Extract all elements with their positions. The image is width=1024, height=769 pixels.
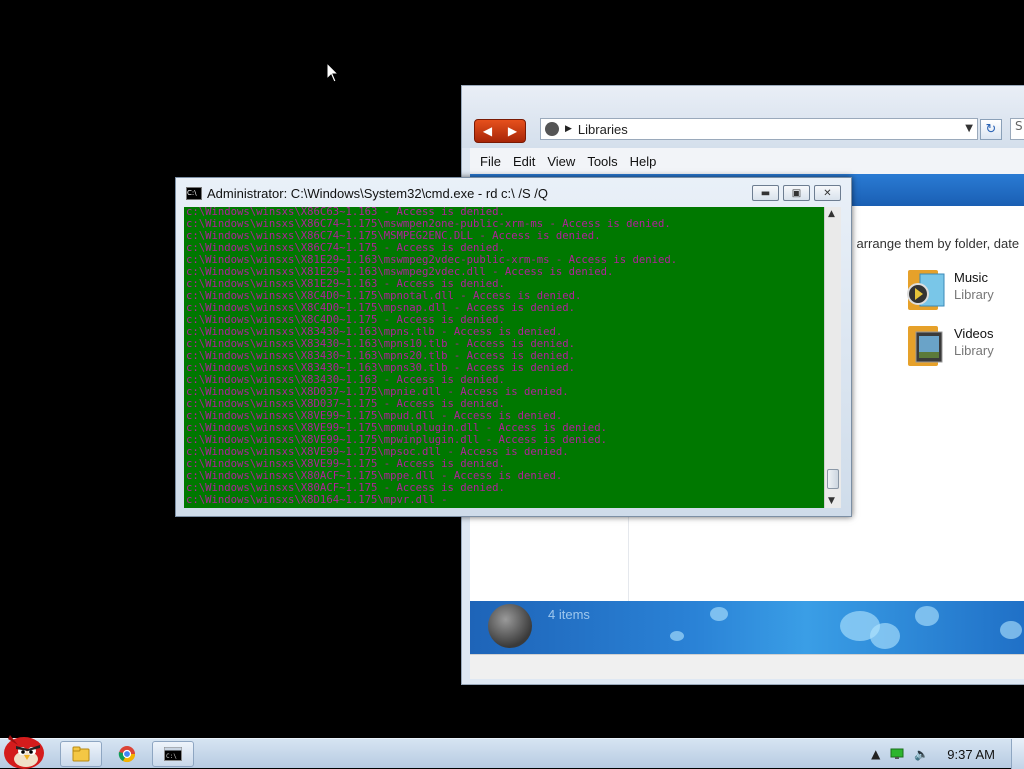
console-line: c:\Windows\winsxs\X80ACF~1.175 - Access … [186, 482, 505, 494]
decor-bubble [870, 623, 900, 649]
cmd-icon: C:\ [164, 747, 182, 761]
chrome-icon [118, 746, 136, 763]
scroll-up-icon[interactable]: ▲ [828, 209, 835, 219]
menu-edit[interactable]: Edit [513, 154, 535, 169]
console-line: c:\Windows\winsxs\X83430~1.163\mpns20.tl… [186, 350, 576, 362]
minimize-button[interactable]: ▬ [752, 185, 779, 201]
decor-bubble [915, 606, 939, 626]
library-music[interactable]: Music Library [906, 268, 994, 312]
taskbar-chrome-button[interactable] [106, 741, 148, 767]
library-type: Library [954, 343, 994, 358]
console-line: c:\Windows\winsxs\X86C74~1.175\mswmpen2o… [186, 218, 671, 230]
start-button-angry-bird-icon[interactable] [0, 731, 52, 769]
console-line: c:\Windows\winsxs\X8VE99~1.175\mpwinplug… [186, 434, 607, 446]
libraries-icon [545, 122, 559, 136]
music-library-icon [907, 270, 945, 310]
console-line: c:\Windows\winsxs\X83430~1.163\mpns.tlb … [186, 326, 563, 338]
explorer-icon [72, 746, 90, 762]
minimize-icon: ▬ [760, 187, 771, 199]
explorer-toolbar: ◀ ▶ ▶ Libraries ▼ ↻ S [462, 86, 1024, 148]
library-details-icon [488, 604, 532, 648]
system-tray: ▲ 🔈 9:37 AM [861, 739, 1024, 769]
menu-view[interactable]: View [547, 154, 575, 169]
console-lines: c:\Windows\winsxs\X86C63~1.163 - Access … [184, 207, 824, 506]
console-output[interactable]: c:\Windows\winsxs\X86C63~1.163 - Access … [184, 207, 824, 508]
library-type: Library [954, 287, 994, 302]
status-bar [470, 654, 1024, 679]
cmd-title: Administrator: C:\Windows\System32\cmd.e… [207, 186, 548, 201]
console-line: c:\Windows\winsxs\X81E29~1.163 - Access … [186, 278, 505, 290]
maximize-button[interactable]: ▣ [783, 185, 810, 201]
menu-bar: File Edit View Tools Help [470, 148, 1024, 175]
menu-help[interactable]: Help [630, 154, 657, 169]
show-hidden-icons-icon[interactable]: ▲ [871, 747, 880, 761]
cmd-titlebar[interactable]: C:\ Administrator: C:\Windows\System32\c… [186, 186, 548, 201]
items-count: 4 items [548, 607, 590, 622]
search-input[interactable]: S [1010, 118, 1024, 140]
console-line: c:\Windows\winsxs\X81E29~1.163\mswmpeg2v… [186, 266, 614, 278]
cmd-icon: C:\ [186, 187, 202, 200]
console-line: c:\Windows\winsxs\X83430~1.163\mpns10.tl… [186, 338, 576, 350]
console-line: c:\Windows\winsxs\X86C74~1.175 - Access … [186, 242, 505, 254]
address-bar[interactable]: ▶ Libraries ▼ [540, 118, 978, 140]
svg-text:C:\: C:\ [166, 753, 177, 760]
window-controls: ▬ ▣ ✕ [748, 185, 841, 201]
console-line: c:\Windows\winsxs\X83430~1.163\mpns30.tl… [186, 362, 576, 374]
show-desktop-button[interactable] [1011, 739, 1024, 769]
decor-bubble [710, 607, 728, 621]
menu-tools[interactable]: Tools [587, 154, 617, 169]
library-name: Music [954, 270, 988, 285]
console-line: c:\Windows\winsxs\X86C63~1.163 - Access … [186, 207, 505, 218]
console-line: c:\Windows\winsxs\X8VE99~1.175\mpmulplug… [186, 422, 607, 434]
taskbar: C:\ ▲ 🔈 9:37 AM [0, 735, 1024, 769]
console-line: c:\Windows\winsxs\X81E29~1.163\mswmpeg2v… [186, 254, 678, 266]
maximize-icon: ▣ [791, 187, 802, 199]
console-line: c:\Windows\winsxs\X8D164~1.175\mpvr.dll … [186, 494, 448, 506]
console-line: c:\Windows\winsxs\X8VE99~1.175\mpsoc.dll… [186, 446, 569, 458]
videos-library-icon [908, 326, 943, 366]
close-icon: ✕ [823, 187, 832, 199]
scroll-thumb[interactable] [827, 469, 839, 489]
decor-bubble [670, 631, 684, 641]
breadcrumb-arrow-icon[interactable]: ▶ [565, 124, 572, 134]
mouse-cursor-icon [326, 62, 340, 83]
scroll-down-icon[interactable]: ▼ [828, 496, 835, 506]
console-line: c:\Windows\winsxs\X8C4D0~1.175\mpnotal.d… [186, 290, 582, 302]
clock[interactable]: 9:37 AM [947, 747, 995, 762]
back-button[interactable]: ◀ [475, 120, 500, 142]
details-pane: 4 items [470, 601, 1024, 654]
console-line: c:\Windows\winsxs\X83430~1.163 - Access … [186, 374, 505, 386]
taskbar-explorer-button[interactable] [60, 741, 102, 767]
close-button[interactable]: ✕ [814, 185, 841, 201]
console-line: c:\Windows\winsxs\X8D037~1.175\mpnie.dll… [186, 386, 569, 398]
console-line: c:\Windows\winsxs\X86C74~1.175\MSMPEG2EN… [186, 230, 601, 242]
taskbar-cmd-button[interactable]: C:\ [152, 741, 194, 767]
console-line: c:\Windows\winsxs\X8VE99~1.175 - Access … [186, 458, 505, 470]
forward-button[interactable]: ▶ [500, 120, 525, 142]
refresh-button[interactable]: ↻ [980, 119, 1002, 140]
library-videos[interactable]: Videos Library [906, 324, 994, 368]
network-icon[interactable] [890, 748, 904, 760]
decor-bubble [1000, 621, 1022, 639]
address-text: Libraries [577, 121, 628, 137]
console-line: c:\Windows\winsxs\X8C4D0~1.175\mpsnap.dl… [186, 302, 576, 314]
cmd-window[interactable]: C:\ Administrator: C:\Windows\System32\c… [175, 177, 852, 517]
nav-buttons: ◀ ▶ [474, 119, 526, 143]
menu-file[interactable]: File [480, 154, 501, 169]
console-line: c:\Windows\winsxs\X8C4D0~1.175 - Access … [186, 314, 505, 326]
refresh-icon: ↻ [985, 122, 997, 137]
library-hint-text: l arrange them by folder, date [850, 236, 1020, 251]
console-line: c:\Windows\winsxs\X80ACF~1.175\mppe.dll … [186, 470, 563, 482]
address-dropdown-icon[interactable]: ▼ [965, 123, 973, 134]
console-line: c:\Windows\winsxs\X8D037~1.175 - Access … [186, 398, 505, 410]
library-name: Videos [954, 326, 994, 341]
console-scrollbar[interactable]: ▲ ▼ [824, 207, 841, 508]
volume-icon[interactable]: 🔈 [914, 747, 929, 761]
console-line: c:\Windows\winsxs\X8VE99~1.175\mpud.dll … [186, 410, 563, 422]
